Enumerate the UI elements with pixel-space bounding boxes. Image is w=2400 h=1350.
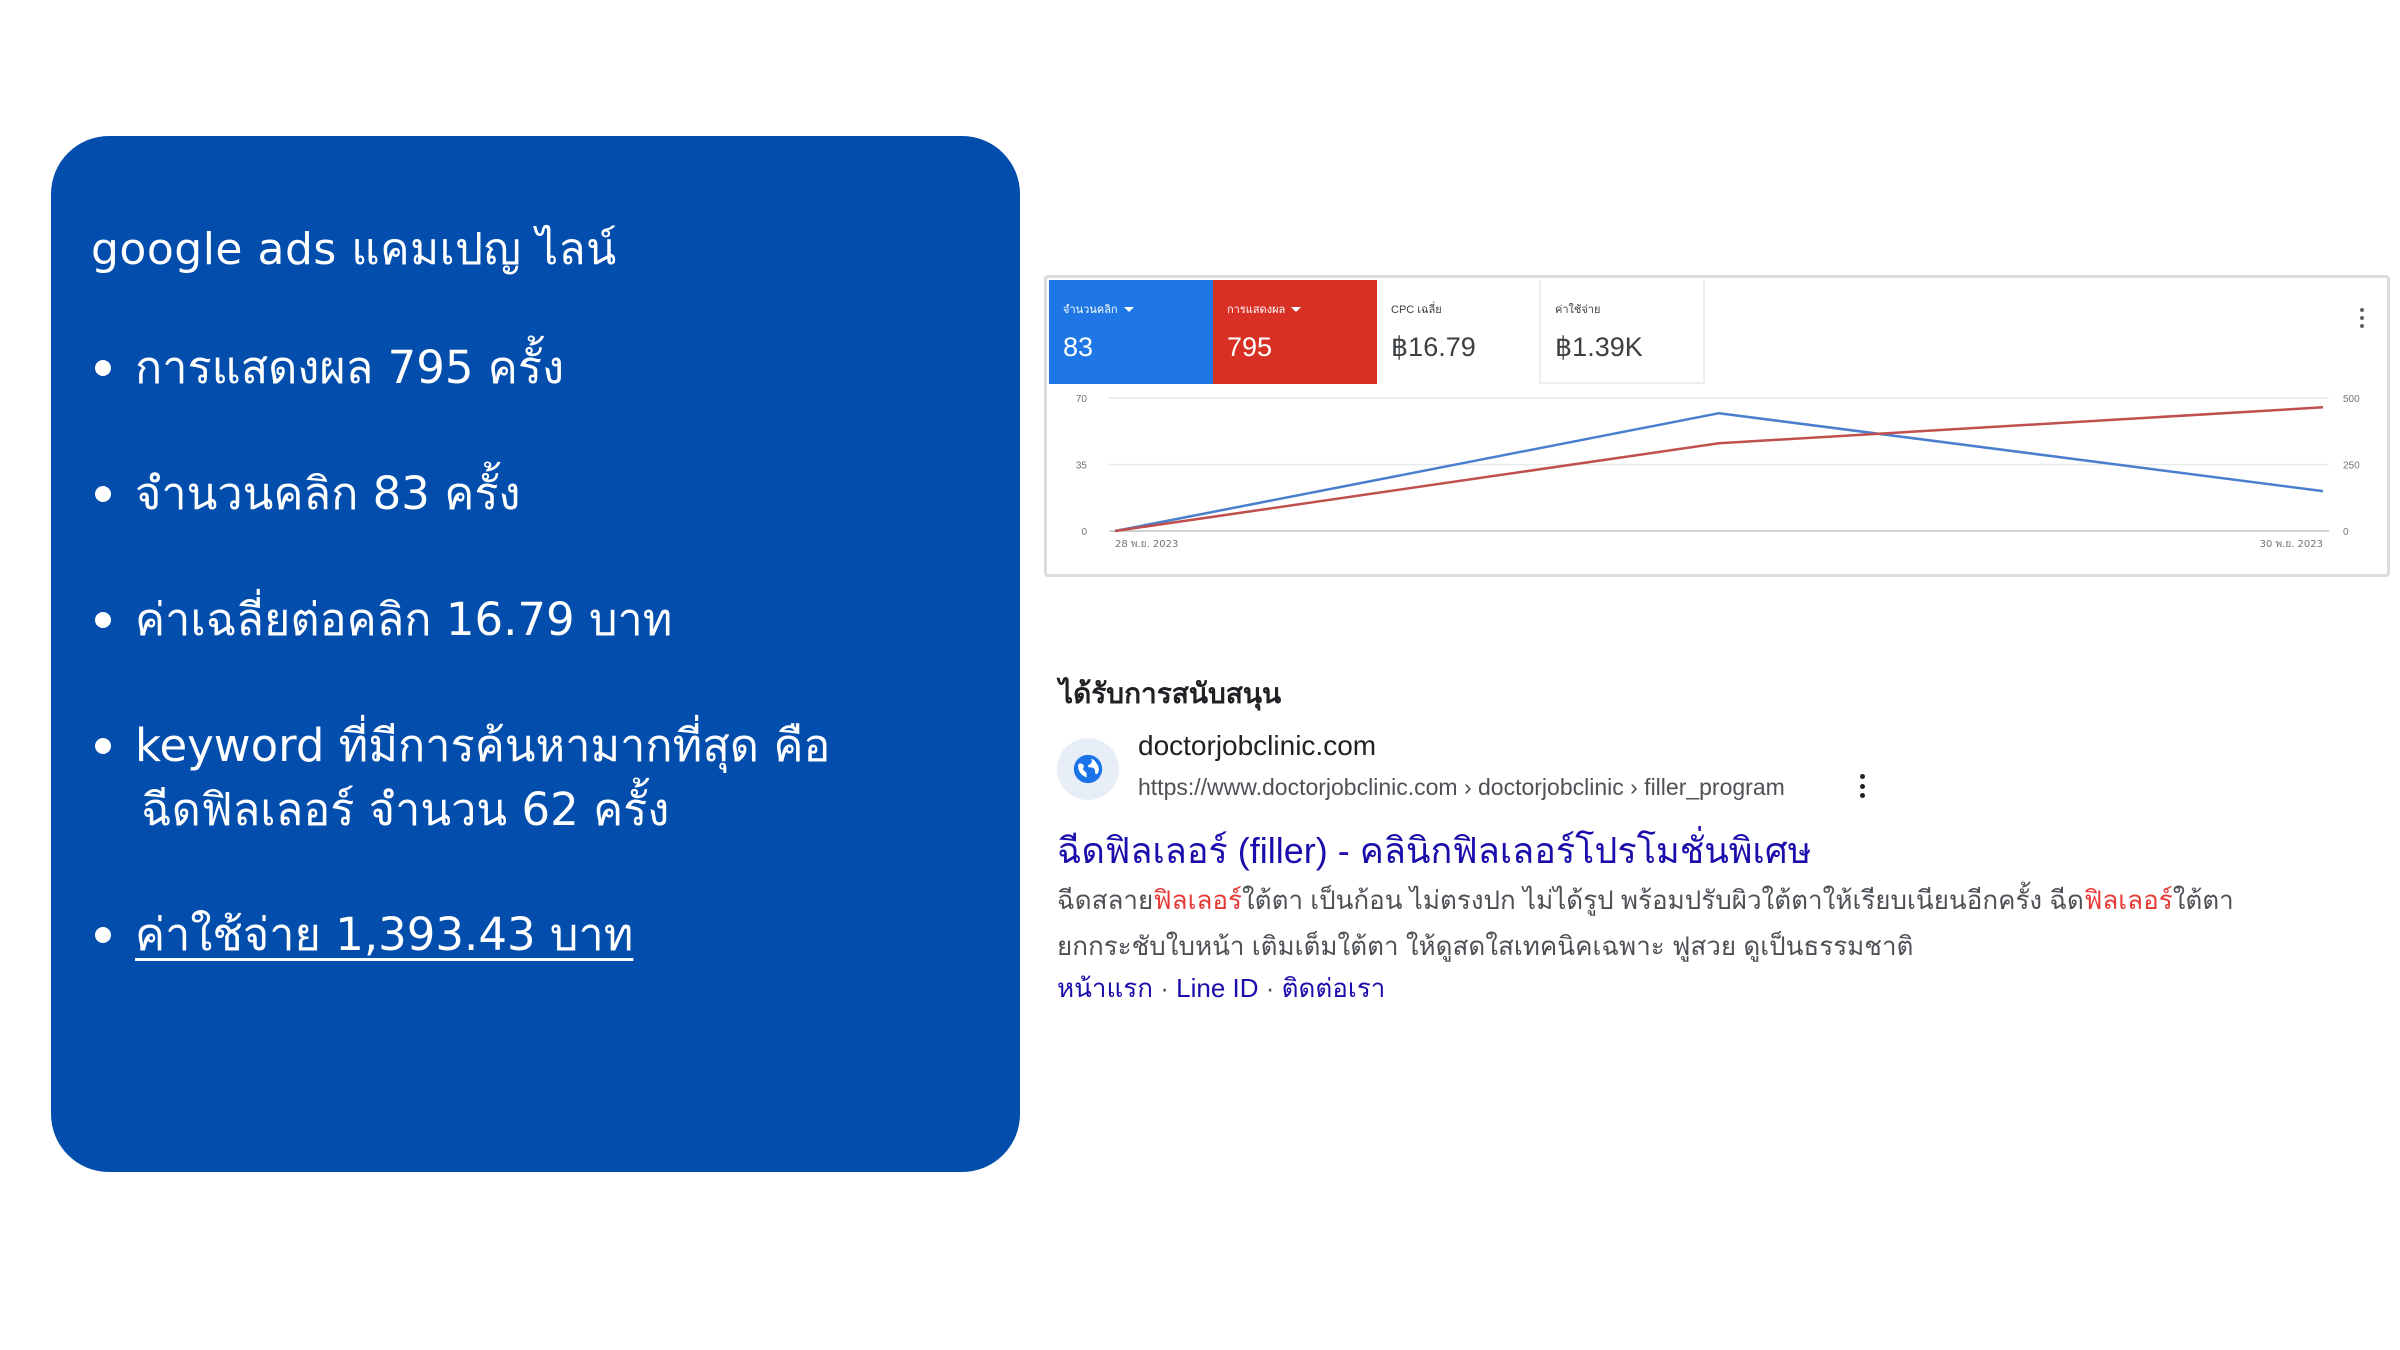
- dropdown-caret-icon: [1291, 306, 1302, 312]
- bullet-text: การแสดงผล 795 ครั้ง: [135, 341, 565, 394]
- ad-headline-link[interactable]: ฉีดฟิลเลอร์ (filler) - คลินิกฟิลเลอร์โปร…: [1057, 822, 1811, 879]
- metric-value: 795: [1227, 332, 1273, 362]
- bullet-dot: [95, 612, 111, 628]
- bullet-top-keyword: keyword ที่มีการค้นหามากที่สุด คือ ฉีดฟิ…: [91, 714, 830, 842]
- series-line-clicks: [1114, 411, 2324, 533]
- performance-line-chart: 70 35 0 500 250 0 28 พ.ย. 2023 30 พ.ย. 2023: [1076, 394, 2360, 550]
- bullet-dot: [95, 927, 111, 943]
- metric-tile-clicks[interactable]: จำนวนคลิก 83: [1049, 280, 1213, 384]
- metric-tile-avg-cpc[interactable]: CPC เฉลี่ย ฿16.79: [1377, 280, 1541, 384]
- x-tick-label: 30 พ.ย. 2023: [2260, 539, 2323, 550]
- x-tick-label: 28 พ.ย. 2023: [1115, 539, 1178, 550]
- metric-label: CPC เฉลี่ย: [1391, 304, 1442, 316]
- more-vert-icon[interactable]: [2359, 308, 2365, 328]
- ad-description-line-2: ยกกระชับใบหน้า เติมเต็มใต้ตา ให้ดูสดใสเท…: [1057, 931, 1914, 961]
- globe-icon: [1057, 738, 1119, 800]
- ad-sitelinks: หน้าแรก · Line ID · ติดต่อเรา: [1057, 968, 1385, 1009]
- metric-value: 83: [1063, 332, 1094, 362]
- ad-display-url[interactable]: https://www.doctorjobclinic.com › doctor…: [1138, 774, 1785, 801]
- y-tick-label-right: 250: [2343, 461, 2360, 472]
- desc-keyword-highlight: ฟิลเลอร์: [2083, 885, 2173, 915]
- sitelink-home[interactable]: หน้าแรก: [1057, 973, 1153, 1003]
- desc-keyword-highlight: ฟิลเลอร์: [1153, 885, 1242, 915]
- bullet-dot: [95, 738, 111, 754]
- y-tick-label-right: 500: [2343, 394, 2360, 405]
- more-vert-icon[interactable]: [1859, 774, 1865, 798]
- metric-tile-cost[interactable]: ค่าใช้จ่าย ฿1.39K: [1541, 280, 1705, 384]
- cost-link[interactable]: ค่าใช้จ่าย 1,393.43 บาท: [135, 908, 633, 961]
- metrics-card: จำนวนคลิก 83 การแสดงผล 795 CPC เฉลี่ย ฿1…: [1044, 275, 2390, 577]
- sitelink-contact[interactable]: ติดต่อเรา: [1282, 973, 1386, 1003]
- desc-text: ใต้ตา เป็นก้อน ไม่ตรงปก ไม่ได้รูป พร้อมป…: [1241, 885, 2084, 915]
- bullet-clicks: จำนวนคลิก 83 ครั้ง: [91, 462, 520, 526]
- panel-title: google ads แคมเปญ ไลน์: [91, 224, 617, 275]
- desc-text: ใต้ตา: [2172, 885, 2234, 915]
- ad-domain[interactable]: doctorjobclinic.com: [1138, 730, 1376, 762]
- bullet-text: ค่าเฉลี่ยต่อคลิก 16.79 บาท: [135, 593, 673, 646]
- bullet-text: จำนวนคลิก 83 ครั้ง: [135, 467, 521, 520]
- bullet-dot: [95, 486, 111, 502]
- bullet-dot: [95, 360, 111, 376]
- bullet-text-line-1: keyword ที่มีการค้นหามากที่สุด คือ: [135, 719, 831, 772]
- metric-value: ฿16.79: [1391, 332, 1476, 362]
- metric-label: จำนวนคลิก: [1063, 304, 1118, 316]
- y-tick-label-right: 0: [2343, 527, 2349, 538]
- bullet-cost[interactable]: ค่าใช้จ่าย 1,393.43 บาท: [91, 903, 633, 967]
- metric-label: การแสดงผล: [1227, 304, 1286, 316]
- series-line-impressions: [1114, 406, 2324, 533]
- ad-description-line-1: ฉีดสลายฟิลเลอร์ใต้ตา เป็นก้อน ไม่ตรงปก ไ…: [1057, 877, 2387, 923]
- sitelink-line-id[interactable]: Line ID: [1176, 973, 1258, 1003]
- ad-description: ฉีดสลายฟิลเลอร์ใต้ตา เป็นก้อน ไม่ตรงปก ไ…: [1057, 877, 2387, 969]
- sponsored-label: ได้รับการสนับสนุน: [1059, 678, 1282, 709]
- metric-value: ฿1.39K: [1555, 332, 1643, 362]
- bullet-impressions: การแสดงผล 795 ครั้ง: [91, 336, 564, 400]
- metric-tile-impressions[interactable]: การแสดงผล 795: [1213, 280, 1377, 384]
- sitelink-separator: ·: [1160, 973, 1169, 1003]
- y-tick-label-left: 35: [1076, 461, 1088, 472]
- bullet-avg-cpc: ค่าเฉลี่ยต่อคลิก 16.79 บาท: [91, 588, 672, 652]
- y-tick-label-left: 0: [1081, 527, 1087, 538]
- bullet-text-line-2: ฉีดฟิลเลอร์ จำนวน 62 ครั้ง: [141, 783, 670, 836]
- desc-text: ฉีดสลาย: [1057, 885, 1154, 915]
- metric-label: ค่าใช้จ่าย: [1555, 304, 1601, 316]
- y-tick-label-left: 70: [1076, 394, 1088, 405]
- sitelink-separator: ·: [1265, 973, 1275, 1003]
- dropdown-caret-icon: [1123, 306, 1134, 312]
- summary-panel: google ads แคมเปญ ไลน์ การแสดงผล 795 ครั…: [51, 136, 1020, 1172]
